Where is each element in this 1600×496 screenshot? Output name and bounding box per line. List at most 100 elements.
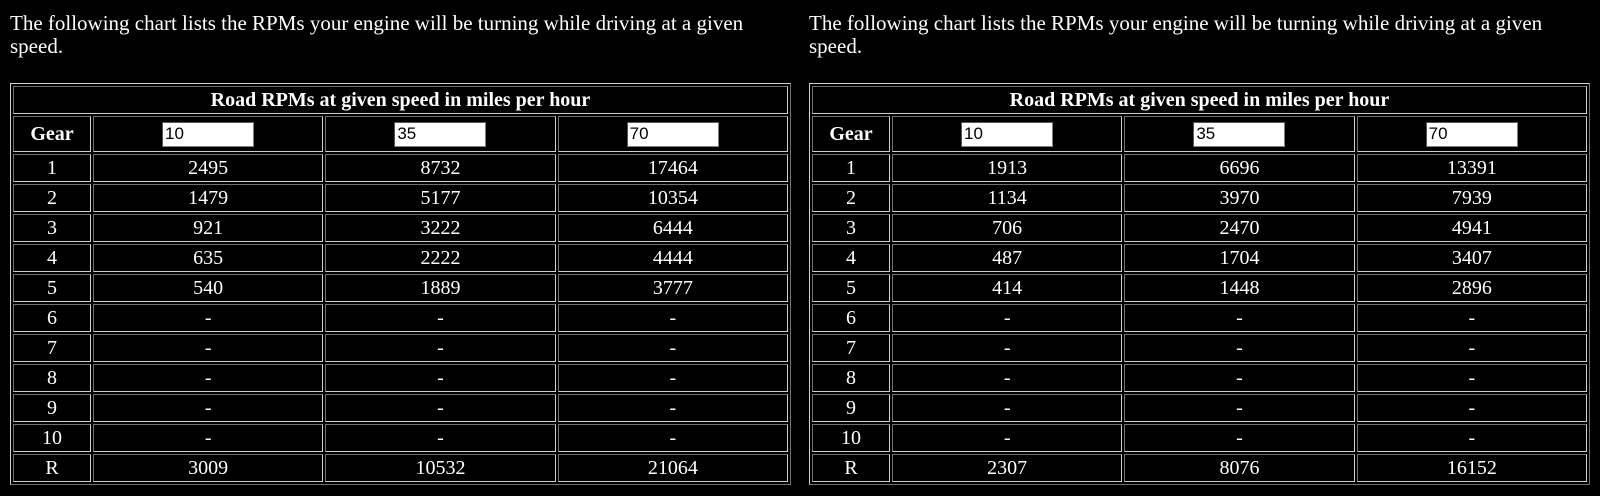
gear-cell: 8 xyxy=(812,364,890,392)
rpm-cell: - xyxy=(892,304,1123,332)
rpm-cell: - xyxy=(325,424,556,452)
rpm-cell: 6444 xyxy=(557,214,788,242)
table-row: 8--- xyxy=(13,364,788,392)
gear-cell: 9 xyxy=(13,394,91,422)
rpm-cell: - xyxy=(1124,424,1355,452)
speed-header-cell xyxy=(93,116,324,152)
rpm-panel-right: The following chart lists the RPMs your … xyxy=(809,0,1590,496)
speed-header-cell xyxy=(557,116,788,152)
rpm-cell: - xyxy=(1124,364,1355,392)
rpm-cell: 10354 xyxy=(557,184,788,212)
rpm-cell: 3970 xyxy=(1124,184,1355,212)
table-row: 3 921 3222 6444 xyxy=(13,214,788,242)
gear-cell: 6 xyxy=(13,304,91,332)
rpm-cell: - xyxy=(325,364,556,392)
rpm-cell: - xyxy=(557,394,788,422)
rpm-cell: 21064 xyxy=(557,454,788,482)
gear-cell: 7 xyxy=(812,334,890,362)
table-title: Road RPMs at given speed in miles per ho… xyxy=(13,86,788,114)
table-title: Road RPMs at given speed in miles per ho… xyxy=(812,86,1587,114)
speed-header-cell xyxy=(892,116,1123,152)
rpm-cell: 1479 xyxy=(93,184,324,212)
table-row: 7--- xyxy=(13,334,788,362)
rpm-cell: - xyxy=(892,364,1123,392)
rpm-cell: 3407 xyxy=(1356,244,1587,272)
speed-header-row: Gear xyxy=(812,116,1587,152)
gear-cell: 1 xyxy=(13,154,91,182)
rpm-cell: 10532 xyxy=(325,454,556,482)
rpm-cell: - xyxy=(892,424,1123,452)
table-row: 9--- xyxy=(13,394,788,422)
rpm-cell: - xyxy=(1356,334,1587,362)
rpm-cell: 414 xyxy=(892,274,1123,302)
rpm-cell: 2470 xyxy=(1124,214,1355,242)
rpm-table: Road RPMs at given speed in miles per ho… xyxy=(809,83,1590,485)
gear-cell: 5 xyxy=(13,274,91,302)
rpm-cell: 17464 xyxy=(557,154,788,182)
rpm-cell: 3222 xyxy=(325,214,556,242)
page: The following chart lists the RPMs your … xyxy=(0,0,1600,496)
table-row: 3 706 2470 4941 xyxy=(812,214,1587,242)
speed-input-1[interactable] xyxy=(162,121,254,147)
rpm-panel-left: The following chart lists the RPMs your … xyxy=(10,0,791,496)
speed-input-3[interactable] xyxy=(1425,121,1518,147)
rpm-cell: 706 xyxy=(892,214,1123,242)
table-row: 8--- xyxy=(812,364,1587,392)
speed-header-cell xyxy=(1124,116,1355,152)
table-row: 1 2495 8732 17464 xyxy=(13,154,788,182)
gear-cell: R xyxy=(812,454,890,482)
rpm-cell: - xyxy=(892,394,1123,422)
speed-input-1[interactable] xyxy=(961,121,1053,147)
rpm-cell: - xyxy=(93,304,324,332)
rpm-cell: 3009 xyxy=(93,454,324,482)
table-row: 10- - - xyxy=(13,424,788,452)
table-row: 6--- xyxy=(13,304,788,332)
intro-text: The following chart lists the RPMs your … xyxy=(10,11,744,58)
speed-header-row: Gear xyxy=(13,116,788,152)
gear-cell: 4 xyxy=(13,244,91,272)
table-row: 1 1913 6696 13391 xyxy=(812,154,1587,182)
speed-header-cell xyxy=(1356,116,1587,152)
rpm-cell: 1889 xyxy=(325,274,556,302)
rpm-cell: 1134 xyxy=(892,184,1123,212)
rpm-cell: - xyxy=(1356,304,1587,332)
gear-cell: 10 xyxy=(13,424,91,452)
table-row: 2 1134 3970 7939 xyxy=(812,184,1587,212)
gear-cell: 6 xyxy=(812,304,890,332)
rpm-cell: 8732 xyxy=(325,154,556,182)
table-row: 9--- xyxy=(812,394,1587,422)
rpm-cell: - xyxy=(1124,304,1355,332)
table-row: 6--- xyxy=(812,304,1587,332)
gear-cell: R xyxy=(13,454,91,482)
rpm-cell: - xyxy=(93,334,324,362)
rpm-cell: - xyxy=(557,364,788,392)
rpm-cell: - xyxy=(325,394,556,422)
gear-header: Gear xyxy=(13,116,91,152)
table-title-row: Road RPMs at given speed in miles per ho… xyxy=(13,86,788,114)
rpm-cell: - xyxy=(325,304,556,332)
gear-cell: 7 xyxy=(13,334,91,362)
rpm-table: Road RPMs at given speed in miles per ho… xyxy=(10,83,791,485)
rpm-cell: - xyxy=(93,424,324,452)
rpm-cell: 4941 xyxy=(1356,214,1587,242)
rpm-cell: 5177 xyxy=(325,184,556,212)
rpm-cell: 8076 xyxy=(1124,454,1355,482)
rpm-cell: - xyxy=(557,334,788,362)
rpm-cell: 487 xyxy=(892,244,1123,272)
speed-input-2[interactable] xyxy=(394,121,487,147)
gear-cell: 3 xyxy=(13,214,91,242)
rpm-cell: 2222 xyxy=(325,244,556,272)
rpm-cell: - xyxy=(1124,334,1355,362)
table-row: 10- - - xyxy=(812,424,1587,452)
speed-input-2[interactable] xyxy=(1193,121,1286,147)
gear-header: Gear xyxy=(812,116,890,152)
gear-cell: 4 xyxy=(812,244,890,272)
table-row: 4 487 1704 3407 xyxy=(812,244,1587,272)
speed-input-3[interactable] xyxy=(626,121,719,147)
rpm-cell: - xyxy=(557,424,788,452)
table-row: 5 540 1889 3777 xyxy=(13,274,788,302)
rpm-cell: - xyxy=(325,334,556,362)
rpm-cell: 2495 xyxy=(93,154,324,182)
rpm-cell: - xyxy=(93,394,324,422)
rpm-cell: 3777 xyxy=(557,274,788,302)
